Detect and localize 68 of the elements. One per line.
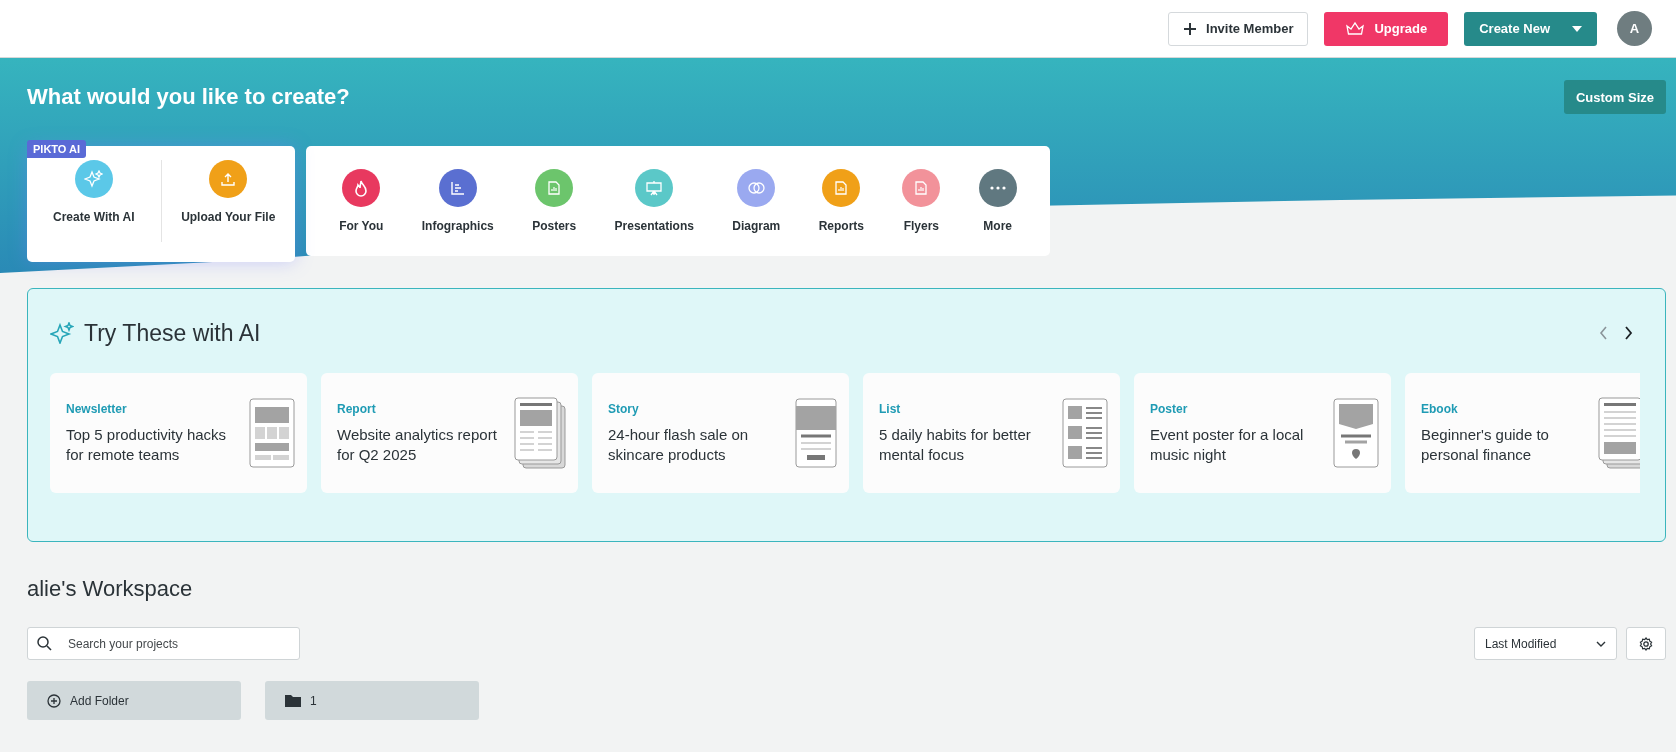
caret-icon (1572, 25, 1582, 32)
template-type: Poster (1150, 401, 1189, 416)
more-icon (989, 186, 1006, 190)
ai-badge: PIKTO AI (27, 140, 87, 158)
template-type: List (879, 401, 902, 416)
template-type: Ebook (1421, 401, 1459, 416)
category-button[interactable]: For You (339, 169, 384, 233)
previous-icon[interactable] (1599, 326, 1608, 340)
document-icon (915, 181, 928, 195)
category-button[interactable]: Reports (818, 169, 864, 233)
category-button[interactable]: Diagram (732, 169, 781, 233)
sparkle-icon (84, 170, 104, 188)
template-prompt: Website analytics report for Q2 2025 (337, 424, 498, 465)
report-thumbnail-icon (514, 397, 566, 469)
sort-dropdown[interactable]: Last Modified (1474, 627, 1617, 660)
story-thumbnail-icon (795, 398, 837, 468)
category-button[interactable]: Presentations (614, 169, 694, 233)
folder-button[interactable]: 1 (265, 681, 479, 720)
sparkle-icon (50, 322, 74, 344)
folder-icon (285, 694, 301, 707)
plus-circle-icon (47, 693, 61, 708)
create-option[interactable]: Upload Your File (161, 160, 295, 262)
page-heading: What would you like to create? (27, 84, 350, 110)
crown-icon (1345, 21, 1366, 36)
list-thumbnail-icon (1062, 398, 1108, 468)
category-button[interactable]: More (978, 169, 1017, 233)
document-icon (548, 181, 561, 195)
custom-size-button[interactable]: Custom Size (1564, 80, 1666, 114)
template-card[interactable]: Poster Event poster for a local music night (1134, 373, 1391, 493)
poster-thumbnail-icon (1333, 398, 1379, 468)
upload-icon (221, 172, 236, 186)
template-prompt: Beginner's guide to personal finance (1421, 424, 1550, 465)
template-type: Newsletter (66, 401, 128, 416)
template-prompt: Event poster for a local music night (1150, 424, 1305, 465)
plus-icon (1183, 21, 1198, 36)
presentation-board-icon (646, 180, 663, 196)
upgrade-button[interactable]: Upgrade (1324, 11, 1449, 46)
template-card[interactable]: Ebook Beginner's guide to personal finance (1405, 373, 1640, 493)
template-prompt: 5 daily habits for better mental focus (879, 424, 1032, 465)
category-button[interactable]: Flyers (902, 169, 941, 233)
template-card[interactable]: Story 24-hour flash sale on skincare products (592, 373, 849, 493)
template-card[interactable]: Report Website analytics report for Q2 2025 (321, 373, 578, 493)
invite-member-button[interactable]: Invite Member (1168, 11, 1309, 46)
template-prompt: Top 5 productivity hacks for remote teams (66, 424, 228, 465)
template-card[interactable]: Newsletter Top 5 productivity hacks for remote teams (50, 373, 307, 493)
create-option[interactable]: Create With AI (27, 160, 161, 262)
workspace-title: alie's Workspace (27, 576, 194, 602)
flame-icon (353, 179, 370, 197)
settings-icon (1639, 636, 1653, 651)
template-type: Story (608, 401, 640, 416)
newsletter-thumbnail-icon (249, 398, 295, 468)
template-card[interactable]: List 5 daily habits for better mental focus (863, 373, 1120, 493)
category-button[interactable]: Infographics (421, 169, 494, 233)
bar-chart-icon (450, 181, 466, 195)
template-prompt: 24-hour flash sale on skincare products (608, 424, 750, 465)
chevron-down-icon (1596, 640, 1606, 647)
search-field[interactable]: Search your projects (27, 627, 300, 660)
category-button[interactable]: Posters (532, 169, 577, 233)
add-folder-button[interactable]: Add Folder (27, 681, 241, 720)
avatar[interactable]: A (1617, 11, 1652, 46)
ebook-thumbnail-icon (1598, 397, 1640, 469)
panel-title: Try These with AI (84, 319, 262, 347)
settings-button[interactable] (1626, 627, 1666, 660)
document-icon (835, 181, 848, 195)
template-type: Report (337, 401, 377, 416)
overlapping-circles-icon (747, 182, 765, 194)
create-new-button[interactable]: Create New (1464, 11, 1597, 46)
next-icon[interactable] (1624, 326, 1633, 340)
